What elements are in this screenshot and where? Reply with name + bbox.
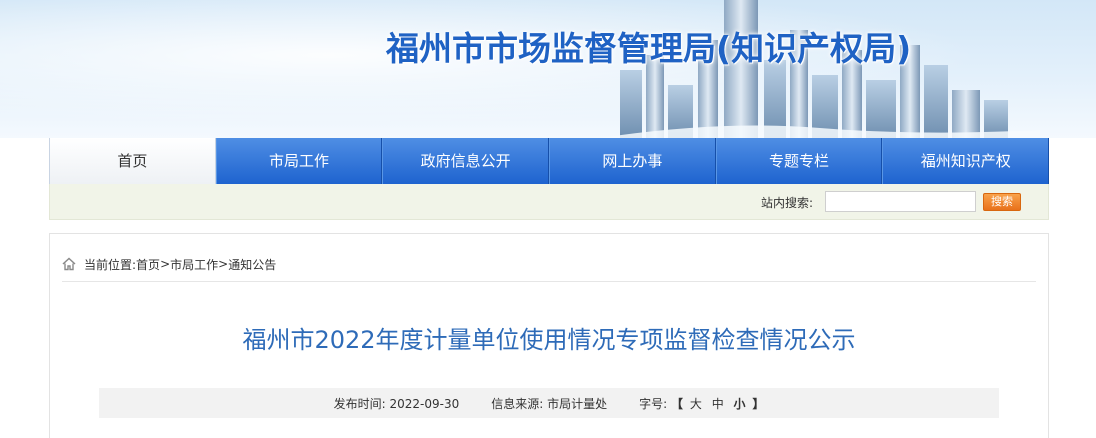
publish-date: 2022-09-30 — [389, 396, 460, 411]
main-nav: 首页 市局工作 政府信息公开 网上办事 专题专栏 福州知识产权 — [49, 138, 1050, 184]
font-size-control: 字号: 【 大 中 小 】 — [639, 395, 764, 412]
breadcrumb-separator: > — [218, 257, 229, 271]
nav-item-gov-info-disclosure[interactable]: 政府信息公开 — [382, 138, 550, 184]
font-size-medium-button[interactable]: 中 — [712, 397, 724, 411]
home-icon — [62, 257, 76, 271]
breadcrumb-divider — [62, 281, 1036, 282]
search-label: 站内搜索: — [761, 196, 814, 210]
publish-label: 发布时间: — [333, 396, 386, 411]
source-value: 市局计量处 — [547, 396, 608, 411]
nav-item-online-services[interactable]: 网上办事 — [549, 138, 716, 184]
site-search-bar: 站内搜索: 搜索 — [49, 184, 1049, 220]
source-label: 信息来源: — [491, 396, 544, 411]
breadcrumb-separator: > — [160, 257, 171, 271]
font-size-bracket-close: 】 — [752, 396, 765, 411]
breadcrumb-link-home[interactable]: 首页 — [136, 256, 160, 273]
breadcrumb-link-bureau-work[interactable]: 市局工作 — [170, 256, 218, 273]
search-button[interactable]: 搜索 — [983, 193, 1021, 211]
font-size-bracket-open: 【 — [671, 396, 684, 411]
nav-item-fuzhou-ip[interactable]: 福州知识产权 — [882, 138, 1050, 184]
breadcrumb-prefix: 当前位置: — [84, 257, 137, 272]
source-info: 信息来源: 市局计量处 — [491, 395, 607, 412]
article-meta-bar: 发布时间: 2022-09-30 信息来源: 市局计量处 字号: 【 大 中 小… — [99, 388, 999, 418]
article-container: 当前位置: 首页 > 市局工作 > 通知公告 福州市2022年度计量单位使用情况… — [49, 233, 1049, 438]
font-size-large-button[interactable]: 大 — [690, 397, 702, 411]
font-size-small-button[interactable]: 小 — [734, 397, 746, 411]
search-input[interactable] — [825, 191, 976, 212]
font-size-label: 字号: — [639, 396, 668, 411]
breadcrumb-link-notices[interactable]: 通知公告 — [228, 256, 276, 273]
nav-item-bureau-work[interactable]: 市局工作 — [215, 138, 383, 184]
header-banner: 福州市市场监督管理局(知识产权局) — [0, 0, 1096, 138]
nav-item-special-topics[interactable]: 专题专栏 — [715, 138, 883, 184]
breadcrumb: 当前位置: 首页 > 市局工作 > 通知公告 — [62, 256, 276, 272]
site-title: 福州市市场监督管理局(知识产权局) — [386, 29, 912, 68]
nav-item-home[interactable]: 首页 — [49, 138, 216, 184]
publish-info: 发布时间: 2022-09-30 — [334, 395, 460, 412]
article-title: 福州市2022年度计量单位使用情况专项监督检查情况公示 — [242, 326, 856, 354]
